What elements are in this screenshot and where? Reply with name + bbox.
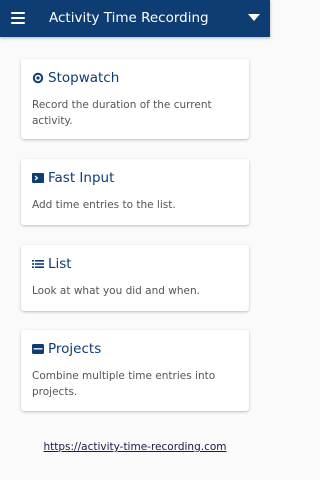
terminal-icon bbox=[32, 173, 44, 183]
dropdown-arrow-icon[interactable] bbox=[248, 14, 260, 21]
fast-input-card[interactable]: Fast Input Add time entries to the list. bbox=[21, 159, 249, 225]
card-title: Projects bbox=[48, 341, 102, 357]
app-title: Activity Time Recording bbox=[49, 10, 209, 26]
stopwatch-icon bbox=[32, 72, 44, 84]
card-title: List bbox=[48, 256, 72, 272]
projects-card[interactable]: Projects Combine multiple time entries i… bbox=[21, 330, 249, 411]
card-header: Fast Input bbox=[32, 170, 114, 186]
card-title: Fast Input bbox=[48, 170, 115, 186]
card-description: Record the duration of the current activ… bbox=[32, 99, 212, 127]
card-header: Stopwatch bbox=[32, 70, 119, 86]
card-description: Combine multiple time entries into proje… bbox=[32, 370, 216, 398]
menu-icon[interactable] bbox=[11, 12, 25, 24]
card-description: Look at what you did and when. bbox=[32, 285, 200, 297]
card-description: Add time entries to the list. bbox=[32, 199, 176, 211]
website-link[interactable]: https://activity-time-recording.com bbox=[0, 441, 270, 453]
card-header: List bbox=[32, 256, 72, 272]
app-bar: Activity Time Recording bbox=[0, 0, 270, 37]
card-title: Stopwatch bbox=[48, 70, 120, 86]
list-card[interactable]: List Look at what you did and when. bbox=[21, 245, 249, 311]
list-icon bbox=[32, 260, 44, 268]
stopwatch-card[interactable]: Stopwatch Record the duration of the cur… bbox=[21, 59, 249, 139]
card-header: Projects bbox=[32, 341, 101, 357]
inbox-icon bbox=[32, 344, 44, 354]
